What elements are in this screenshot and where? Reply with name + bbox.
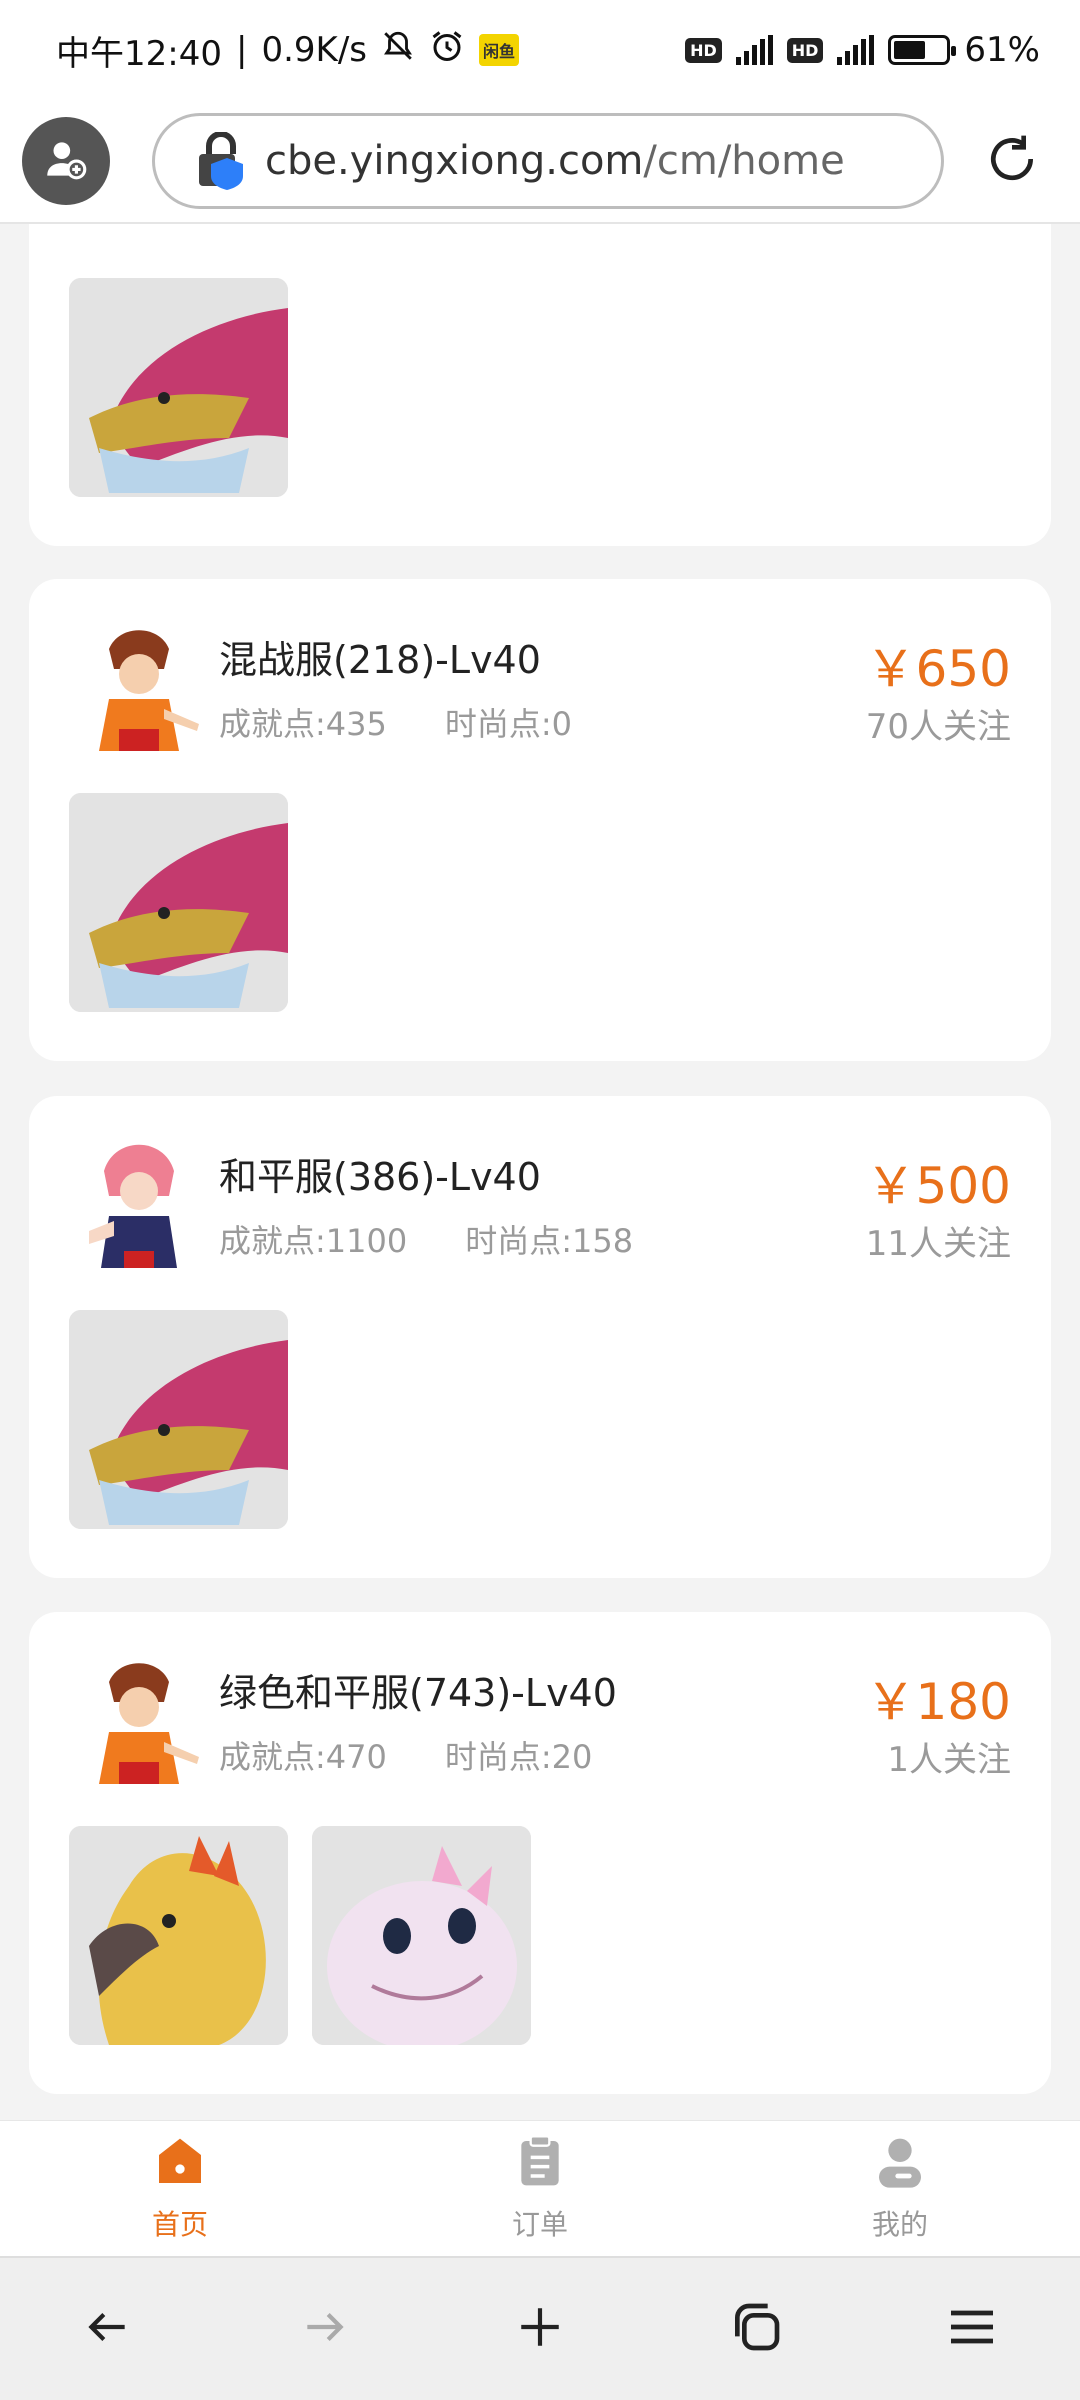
- app-bottom-nav: 首页 订单 我的: [0, 2120, 1080, 2256]
- achievement-points: 成就点:1100: [219, 1222, 408, 1260]
- status-left: 中午12:40 | 0.9K/s 闲鱼: [56, 26, 520, 75]
- listing-price: ￥500: [865, 1157, 1011, 1215]
- achievement-points: 成就点:435: [219, 705, 387, 743]
- arrow-left-icon: [83, 2302, 133, 2356]
- listing-stats: 成就点:435 时尚点:0: [219, 699, 572, 745]
- listing-price: ￥180: [865, 1673, 1011, 1731]
- alarm-icon: [429, 28, 465, 73]
- user-icon: [872, 2134, 928, 2197]
- plus-icon: [515, 2302, 565, 2356]
- home-icon: [152, 2134, 208, 2197]
- listing-title: 混战服(218)-Lv40: [219, 638, 541, 682]
- listing-feed[interactable]: 混战服(218)-Lv40 成就点:435 时尚点:0 ￥650 70人关注 和…: [0, 224, 1080, 2120]
- hd-badge: HD: [685, 37, 722, 63]
- red-hair-hero-avatar: [69, 619, 201, 751]
- menu-button[interactable]: [932, 2289, 1012, 2369]
- achievement-points: 成就点:470: [219, 1738, 387, 1776]
- signal-icon: [837, 35, 875, 65]
- new-tab-button[interactable]: [500, 2289, 580, 2369]
- nav-orders-label: 订单: [511, 2208, 568, 2241]
- dragon-mount-thumb[interactable]: [69, 278, 288, 497]
- listing-thumbs: [69, 1826, 531, 2045]
- app-notification-badge: 闲鱼: [479, 34, 520, 66]
- battery-percent: 61%: [964, 30, 1040, 70]
- listing-price: ￥650: [865, 640, 1011, 698]
- separator: |: [235, 30, 248, 70]
- add-user-icon: [41, 134, 91, 188]
- listing-card[interactable]: 绿色和平服(743)-Lv40 成就点:470 时尚点:20 ￥180 1人关注: [29, 1612, 1051, 2094]
- network-speed: 0.9K/s: [261, 30, 367, 70]
- browser-url-bar: cbe.yingxiong.com/cm/home: [0, 100, 1080, 224]
- url-host: cbe.yingxiong.com: [265, 138, 644, 184]
- fashion-points: 时尚点:158: [465, 1222, 634, 1260]
- listing-card[interactable]: 混战服(218)-Lv40 成就点:435 时尚点:0 ￥650 70人关注: [29, 579, 1051, 1061]
- tabs-icon: [728, 2299, 784, 2359]
- pink-creature-mount-thumb[interactable]: [312, 1826, 531, 2045]
- clipboard-icon: [512, 2134, 568, 2197]
- nav-home-label: 首页: [151, 2208, 208, 2241]
- browser-toolbar: [0, 2256, 1080, 2400]
- status-time: 中午12:40: [56, 33, 222, 74]
- tabs-button[interactable]: [716, 2289, 796, 2369]
- listing-stats: 成就点:470 时尚点:20: [219, 1732, 592, 1778]
- signal-icon: [735, 35, 773, 65]
- follower-count: 11人关注: [865, 1224, 1011, 1264]
- red-hair-hero-avatar: [69, 1652, 201, 1784]
- nav-mine[interactable]: 我的: [720, 2121, 1080, 2256]
- battery-level-fill: [894, 41, 925, 59]
- fashion-points: 时尚点:20: [444, 1738, 593, 1776]
- listing-card[interactable]: 和平服(386)-Lv40 成就点:1100 时尚点:158 ￥500 11人关…: [29, 1096, 1051, 1578]
- listing-thumbs: [69, 278, 288, 497]
- status-bar: 中午12:40 | 0.9K/s 闲鱼 HD HD 61%: [0, 0, 1080, 100]
- listing-card-partial[interactable]: [29, 224, 1051, 546]
- secure-lock-icon: [195, 131, 247, 190]
- menu-icon: [944, 2299, 1000, 2359]
- status-right: HD HD 61%: [685, 30, 1040, 70]
- nav-mine-label: 我的: [871, 2208, 928, 2241]
- listing-title: 和平服(386)-Lv40: [219, 1155, 541, 1199]
- listing-thumbs: [69, 1310, 288, 1529]
- follower-count: 1人关注: [887, 1740, 1011, 1780]
- nav-home[interactable]: 首页: [0, 2121, 360, 2256]
- bell-muted-icon: [381, 29, 415, 72]
- dragon-mount-thumb[interactable]: [69, 1310, 288, 1529]
- phoenix-mount-thumb[interactable]: [69, 1826, 288, 2045]
- address-field[interactable]: cbe.yingxiong.com/cm/home: [152, 113, 944, 209]
- pink-hair-hero-avatar: [69, 1136, 201, 1268]
- fashion-points: 时尚点:0: [444, 705, 573, 743]
- forward-button[interactable]: [284, 2289, 364, 2369]
- listing-thumbs: [69, 793, 288, 1012]
- reload-button[interactable]: [982, 131, 1042, 191]
- reload-icon: [984, 131, 1040, 191]
- dragon-mount-thumb[interactable]: [69, 793, 288, 1012]
- listing-stats: 成就点:1100 时尚点:158: [219, 1216, 633, 1262]
- url-path: /cm/home: [643, 138, 845, 184]
- follower-count: 70人关注: [865, 707, 1011, 747]
- back-button[interactable]: [68, 2289, 148, 2369]
- battery-icon: [888, 35, 957, 65]
- profile-button[interactable]: [22, 117, 110, 205]
- hd-badge: HD: [786, 37, 824, 63]
- arrow-right-icon: [299, 2302, 349, 2356]
- listing-title: 绿色和平服(743)-Lv40: [219, 1671, 617, 1715]
- nav-orders[interactable]: 订单: [360, 2121, 720, 2256]
